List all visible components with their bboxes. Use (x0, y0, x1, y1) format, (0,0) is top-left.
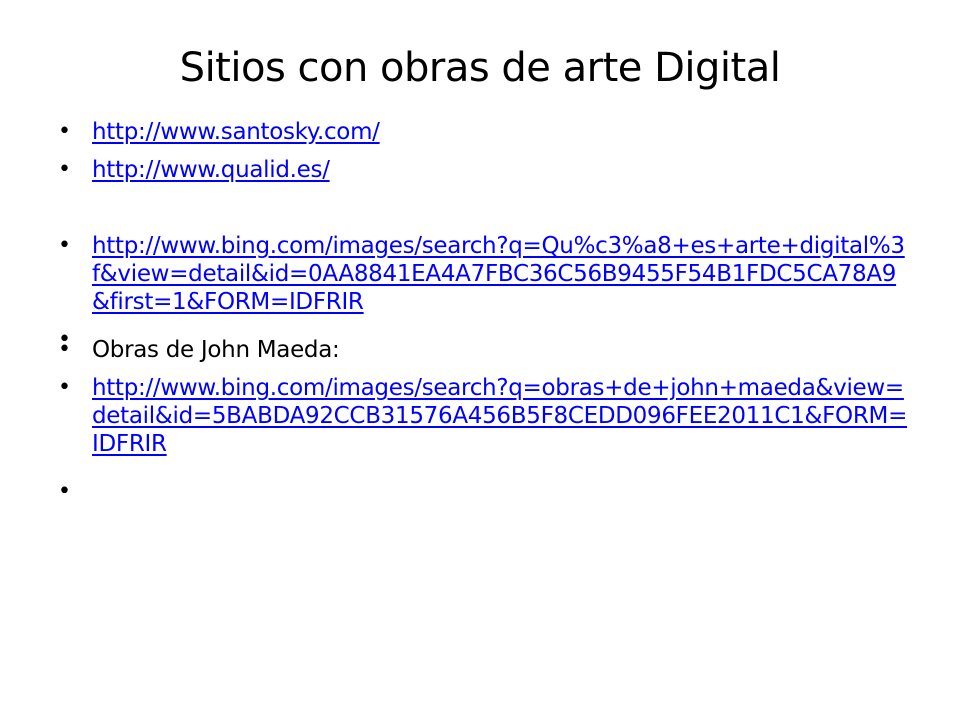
list-item-john-maeda-heading: • Obras de John Maeda: (58, 336, 908, 364)
slide-title: Sitios con obras de arte Digital (179, 45, 781, 91)
bullet-list: • http://www.santosky.com/ • http://www.… (58, 118, 908, 504)
bullet-icon: • (58, 337, 71, 362)
list-item-santosky: • http://www.santosky.com/ (58, 118, 908, 146)
qualid-link[interactable]: http://www.qualid.es/ (92, 157, 330, 183)
list-item-qualid: • http://www.qualid.es/ (58, 156, 908, 184)
bullet-icon: • (58, 119, 71, 144)
bullet-icon: • (58, 157, 71, 182)
santosky-link[interactable]: http://www.santosky.com/ (92, 119, 380, 145)
slide: Sitios con obras de arte Digital • http:… (0, 0, 960, 720)
bullet-icon: • (58, 233, 71, 258)
list-item-bing-arte-digital: • http://www.bing.com/images/search?q=Qu… (58, 232, 908, 316)
bing-john-maeda-link[interactable]: http://www.bing.com/images/search?q=obra… (92, 375, 907, 457)
bullet-icon: • (58, 479, 71, 504)
list-item-bing-john-maeda: • http://www.bing.com/images/search?q=ob… (58, 374, 908, 458)
john-maeda-heading: Obras de John Maeda: (92, 337, 340, 363)
bing-arte-digital-link[interactable]: http://www.bing.com/images/search?q=Qu%c… (92, 233, 905, 315)
bullet-icon: • (58, 375, 71, 400)
